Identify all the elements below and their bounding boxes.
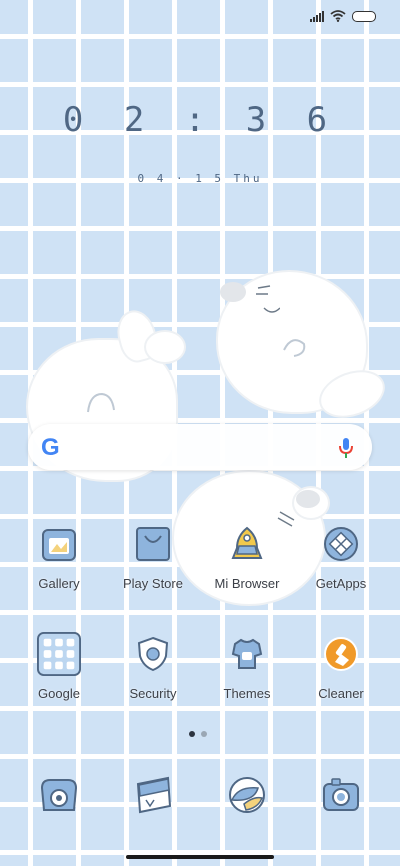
app-cleaner[interactable]: Cleaner bbox=[297, 632, 385, 701]
app-label: Google bbox=[38, 686, 80, 701]
themes-icon bbox=[225, 632, 269, 676]
app-label: Security bbox=[129, 686, 177, 701]
phone-icon[interactable] bbox=[36, 772, 82, 818]
wifi-icon bbox=[330, 10, 346, 22]
app-label: Themes bbox=[223, 686, 271, 701]
google-logo-icon: G bbox=[41, 434, 60, 461]
signal-icon bbox=[310, 10, 324, 22]
app-label: Gallery bbox=[38, 576, 80, 591]
app-getapps[interactable]: GetApps bbox=[297, 522, 385, 591]
clock-widget-time[interactable]: 0 2 : 3 6 bbox=[0, 100, 400, 140]
status-bar bbox=[310, 10, 376, 22]
google-folder-icon bbox=[37, 632, 81, 676]
app-label: Cleaner bbox=[318, 686, 364, 701]
folder-google[interactable]: Google bbox=[15, 632, 103, 701]
getapps-icon bbox=[319, 522, 363, 566]
chrome-icon[interactable] bbox=[224, 772, 270, 818]
gallery-icon bbox=[37, 522, 81, 566]
app-security[interactable]: Security bbox=[109, 632, 197, 701]
app-mi-browser[interactable]: Mi Browser bbox=[203, 522, 291, 591]
google-search-bar[interactable]: G bbox=[28, 424, 372, 470]
app-gallery[interactable]: Gallery bbox=[15, 522, 103, 591]
app-label: Play Store bbox=[123, 576, 183, 591]
app-play-store[interactable]: Play Store bbox=[109, 522, 197, 591]
play-store-icon bbox=[131, 522, 175, 566]
battery-icon bbox=[352, 10, 376, 22]
page-dot-active bbox=[189, 731, 195, 737]
camera-icon[interactable] bbox=[318, 772, 364, 818]
cleaner-icon bbox=[319, 632, 363, 676]
page-indicator bbox=[189, 731, 207, 737]
clock-widget-date[interactable]: 0 4 · 1 5 Thu bbox=[0, 172, 400, 185]
page-dot bbox=[201, 731, 207, 737]
app-label: Mi Browser bbox=[214, 576, 280, 591]
app-themes[interactable]: Themes bbox=[203, 632, 291, 701]
mi-browser-icon bbox=[225, 522, 269, 566]
app-label: GetApps bbox=[315, 576, 367, 591]
messages-icon[interactable] bbox=[130, 772, 176, 818]
home-gesture-bar[interactable] bbox=[126, 855, 274, 859]
security-icon bbox=[131, 632, 175, 676]
svg-text:G: G bbox=[41, 434, 60, 461]
microphone-icon[interactable] bbox=[338, 436, 354, 460]
